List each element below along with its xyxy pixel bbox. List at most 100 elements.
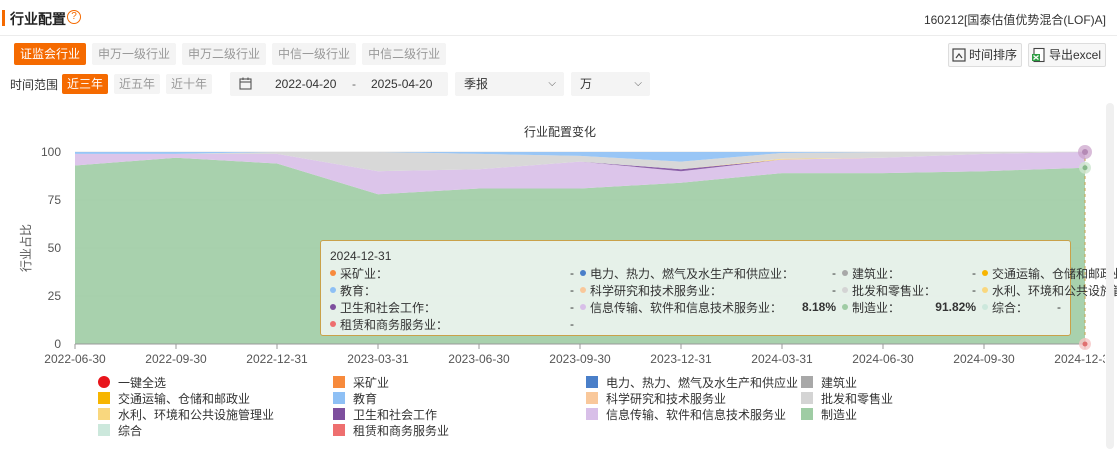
legend-swatch — [801, 392, 813, 404]
unit-select[interactable]: 万 ⌵ — [571, 72, 650, 96]
tab-industry-standard[interactable]: 申万一级行业 — [92, 43, 177, 65]
tooltip-item: 卫生和社会工作： - — [330, 299, 580, 315]
series-dot-icon — [842, 287, 848, 293]
legend-item[interactable]: 卫生和社会工作 — [333, 406, 437, 422]
legend-label: 建筑业 — [821, 375, 858, 390]
series-dot-icon — [982, 287, 988, 293]
tooltip-item: 批发和零售业： - — [842, 282, 982, 298]
legend-swatch — [333, 424, 345, 436]
x-tick-label: 2024-09-30 — [953, 352, 1015, 366]
legend-label: 水利、环境和公共设施管理业 — [118, 407, 275, 422]
legend-label: 电力、热力、燃气及水生产和供应业 — [606, 375, 799, 390]
hover-marker-mid-dot — [1082, 165, 1088, 171]
tooltip-item-name: 电力、热力、燃气及水生产和供应业： — [590, 266, 795, 281]
tab-industry-standard[interactable]: 申万二级行业 — [182, 43, 267, 65]
period-tab[interactable]: 近十年 — [166, 74, 213, 94]
help-icon[interactable]: ? — [67, 10, 81, 24]
tooltip-item-name: 科学研究和技术服务业： — [590, 283, 723, 298]
tooltip-item: 租赁和商务服务业： - — [330, 316, 580, 332]
chart-tooltip: 2024-12-31 采矿业： - 电力、热力、燃气及水生产和供应业： - 建筑业： - 交… — [320, 240, 1117, 336]
legend-label: 交通运输、仓储和邮政业 — [118, 391, 251, 406]
tooltip-item: 采矿业： - — [330, 265, 580, 281]
legend-item[interactable]: 批发和零售业 — [801, 390, 893, 406]
legend-swatch — [98, 392, 110, 404]
tooltip-item-value: - — [570, 317, 574, 331]
tooltip-item-value: 8.18% — [801, 300, 836, 314]
legend-item[interactable]: 制造业 — [801, 406, 857, 422]
end-date-input[interactable]: 2025-04-20 — [371, 77, 432, 91]
legend-item[interactable]: 建筑业 — [801, 374, 857, 390]
period-tab[interactable]: 近五年 — [114, 74, 161, 94]
y-tick-label: 50 — [48, 241, 62, 255]
legend-item[interactable]: 信息传输、软件和信息技术服务业 — [586, 406, 786, 422]
y-tick-label: 0 — [54, 337, 61, 351]
start-date-input[interactable]: 2022-04-20 — [275, 77, 336, 91]
period-tabs: 近三年 近五年 近十年 — [62, 74, 218, 94]
legend-swatch — [333, 376, 345, 388]
tooltip-item-name: 制造业： — [852, 300, 901, 315]
tooltip-item: 电力、热力、燃气及水生产和供应业： - — [580, 265, 842, 281]
chart-title: 行业配置变化 — [524, 124, 596, 139]
date-separator: - — [352, 77, 356, 91]
legend-label: 采矿业 — [353, 375, 390, 390]
legend-label: 批发和零售业 — [821, 391, 894, 406]
time-sort-label: 时间排序 — [968, 48, 1017, 62]
series-dot-icon — [330, 321, 336, 327]
time-sort-button[interactable]: 时间排序 — [947, 43, 1022, 67]
legend-label: 卫生和社会工作 — [353, 407, 438, 422]
x-tick-label: 2023-06-30 — [448, 352, 510, 366]
tab-industry-standard[interactable]: 中信二级行业 — [362, 43, 447, 65]
tooltip-item: 水利、环境和公共设施管理业：- — [982, 282, 1117, 298]
legend-swatch — [98, 424, 110, 436]
tooltip-item-value: 91.82% — [935, 300, 976, 314]
tooltip-item-name: 信息传输、软件和信息技术服务业： — [590, 300, 783, 315]
y-axis-label: 行业占比 — [18, 224, 33, 272]
export-excel-label: 导出excel — [1048, 48, 1101, 62]
fund-name: 160212[国泰估值优势混合(LOF)A] — [923, 13, 1106, 27]
tooltip-item-name: 教育： — [340, 283, 377, 298]
hover-marker-bottom-dot — [1082, 341, 1088, 347]
tooltip-item-value: - — [832, 283, 836, 297]
legend-item[interactable]: 科学研究和技术服务业 — [586, 390, 726, 406]
legend-label: 科学研究和技术服务业 — [606, 391, 727, 406]
legend-item[interactable]: 交通运输、仓储和邮政业 — [98, 390, 250, 406]
date-range-picker[interactable]: 2022-04-20 - 2025-04-20 — [230, 72, 448, 96]
y-tick-label: 25 — [48, 289, 62, 303]
legend-select-all[interactable]: 一键全选 — [98, 374, 166, 390]
series-dot-icon — [842, 270, 848, 276]
x-tick-label: 2024-06-30 — [852, 352, 914, 366]
legend-item[interactable]: 教育 — [333, 390, 377, 406]
legend-swatch — [801, 376, 813, 388]
export-excel-button[interactable]: 导出excel — [1027, 43, 1106, 67]
tooltip-item-name: 交通运输、仓储和邮政业： — [992, 266, 1117, 281]
industry-standard-tabs: 证监会行业 申万一级行业 申万二级行业 中信一级行业 中信二级行业 — [14, 43, 452, 65]
tab-industry-standard[interactable]: 中信一级行业 — [272, 43, 357, 65]
legend-swatch — [98, 408, 110, 420]
legend-swatch — [801, 408, 813, 420]
tooltip-item-value: - — [570, 266, 574, 280]
tooltip-item: 交通运输、仓储和邮政业：0.00% — [982, 265, 1117, 281]
period-tab[interactable]: 近三年 — [62, 74, 109, 94]
legend-item[interactable]: 电力、热力、燃气及水生产和供应业 — [586, 374, 798, 390]
header-accent-bar — [2, 10, 5, 26]
legend-label: 教育 — [353, 391, 378, 406]
tooltip-item-name: 综合： — [992, 300, 1029, 315]
legend-item[interactable]: 综合 — [98, 422, 142, 438]
report-type-select[interactable]: 季报 ⌵ — [455, 72, 564, 96]
series-dot-icon — [330, 304, 336, 310]
vertical-scrollbar[interactable] — [1106, 103, 1114, 449]
legend-swatch — [586, 392, 598, 404]
tooltip-item-name: 租赁和商务服务业： — [340, 317, 449, 332]
tooltip-item-name: 建筑业： — [852, 266, 901, 281]
chevron-down-icon: ⌵ — [548, 78, 556, 89]
x-tick-label: 2022-09-30 — [145, 352, 207, 366]
legend-item[interactable]: 租赁和商务服务业 — [333, 422, 449, 438]
legend-item[interactable]: 采矿业 — [333, 374, 389, 390]
x-tick-label: 2022-12-31 — [246, 352, 308, 366]
tooltip-item: 信息传输、软件和信息技术服务业： 8.18% — [580, 299, 842, 315]
series-dot-icon — [982, 270, 988, 276]
tab-industry-standard[interactable]: 证监会行业 — [14, 43, 87, 65]
legend-item[interactable]: 水利、环境和公共设施管理业 — [98, 406, 274, 422]
legend-swatch — [586, 376, 598, 388]
sort-icon — [952, 48, 966, 62]
